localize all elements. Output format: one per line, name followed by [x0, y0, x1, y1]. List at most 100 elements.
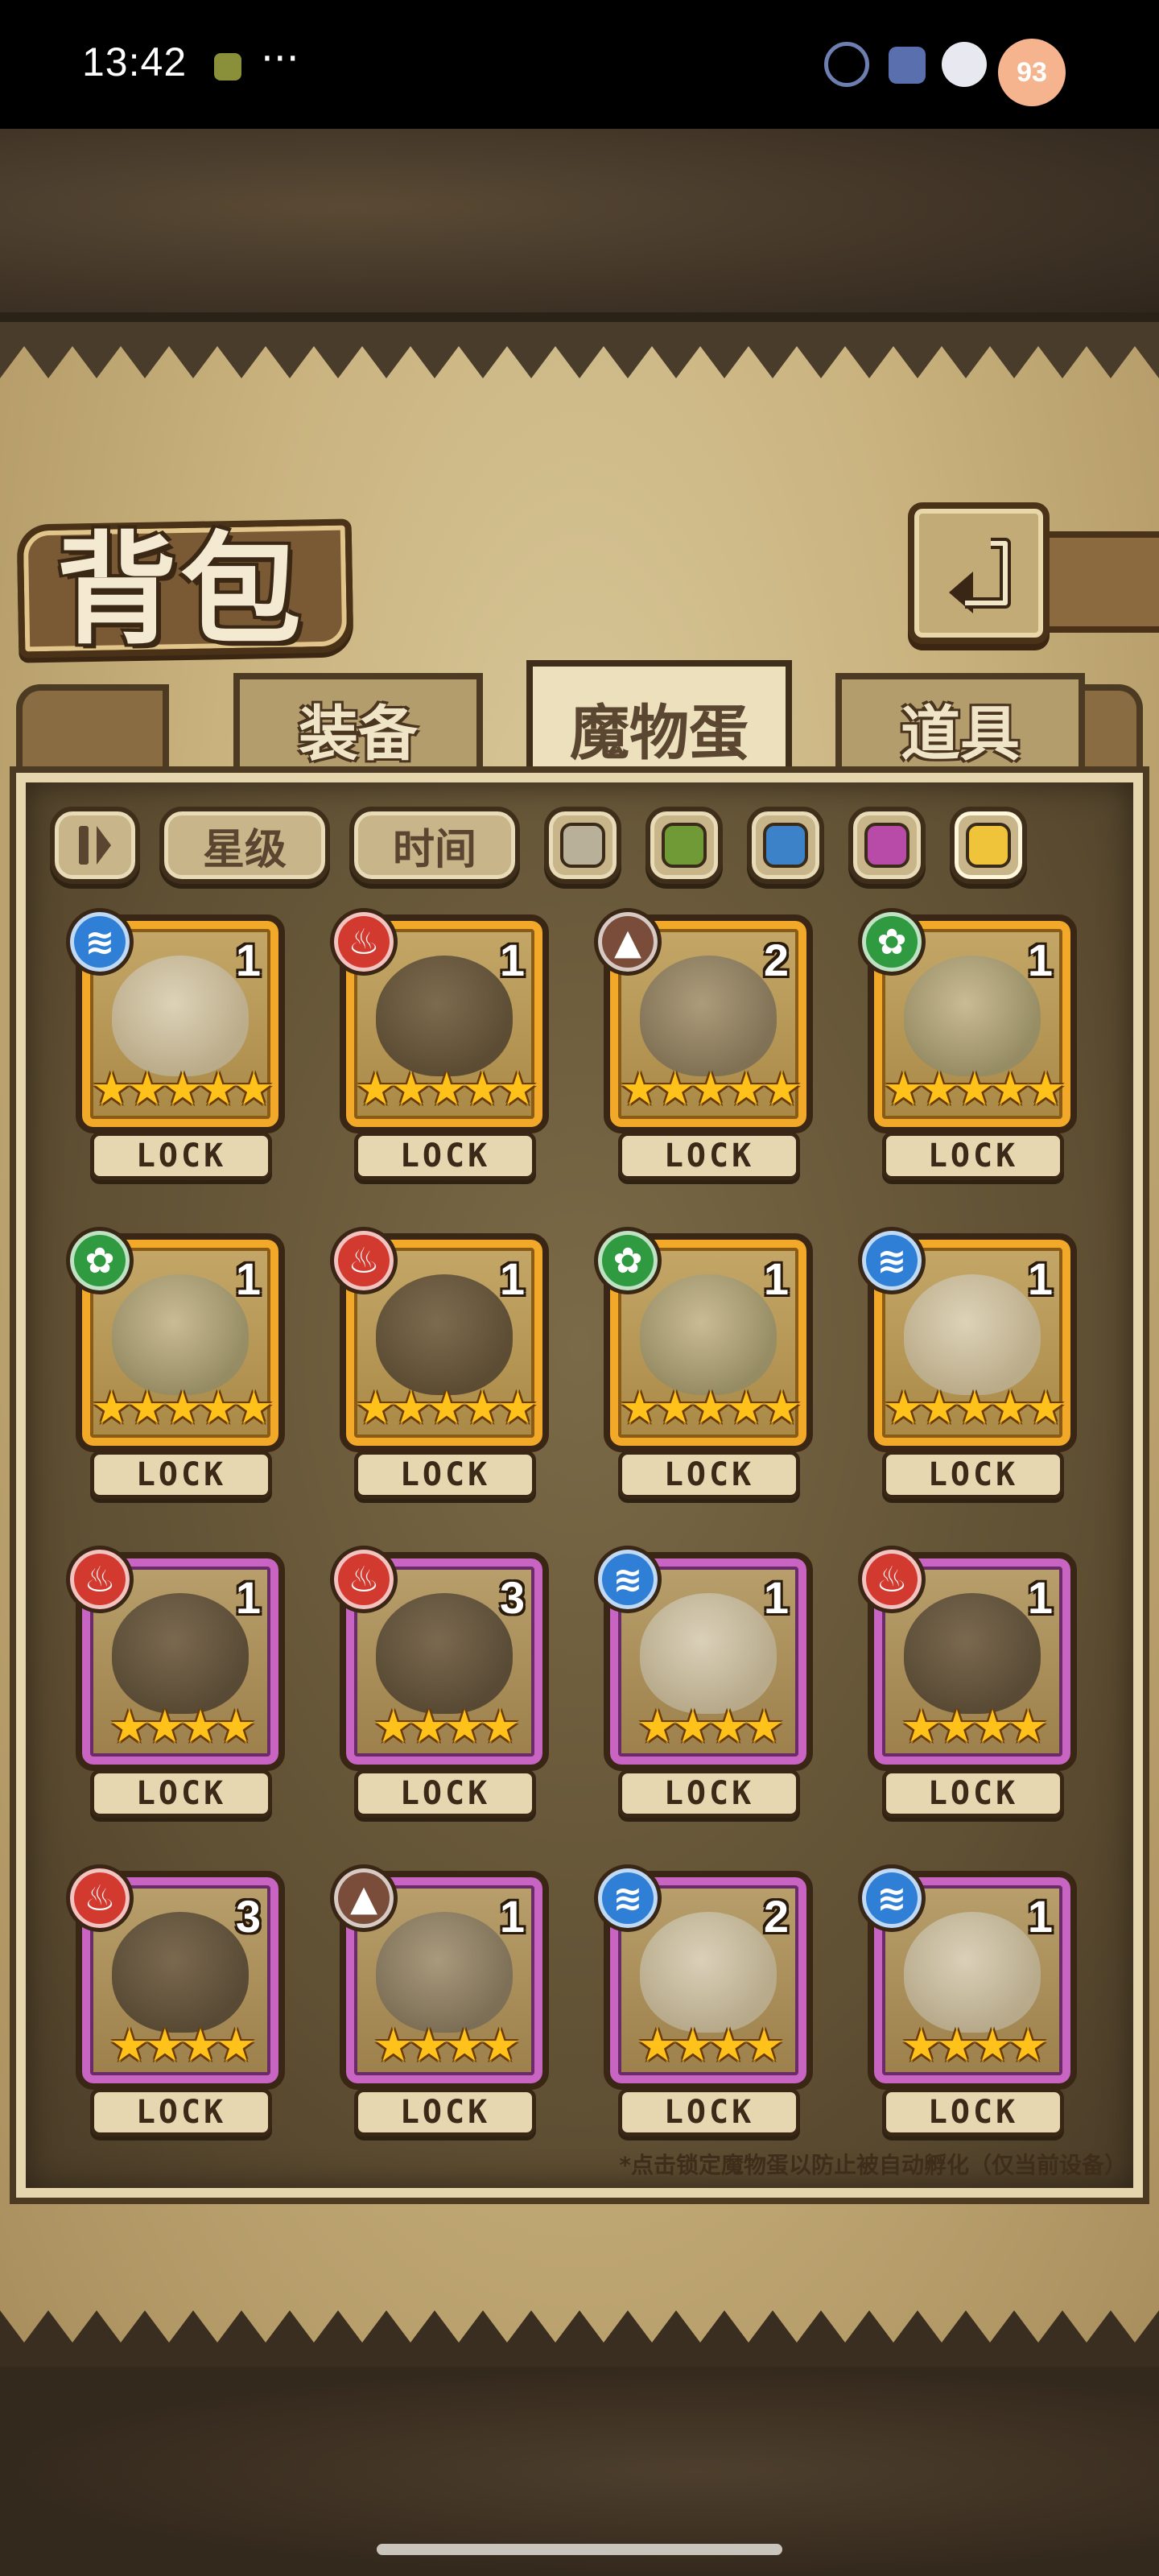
- lock-button[interactable]: LOCK: [90, 1769, 272, 1818]
- egg-star-rating: ★★★★: [901, 1701, 1049, 1753]
- egg-star-rating: ★★★★: [637, 1701, 785, 1753]
- home-indicator[interactable]: [377, 2544, 782, 2555]
- egg-count: 1: [1027, 1572, 1053, 1623]
- egg-star-rating: ★★★★★: [355, 1382, 538, 1435]
- lock-button[interactable]: LOCK: [354, 2088, 536, 2136]
- lock-button[interactable]: LOCK: [882, 1769, 1064, 1818]
- egg-count: 1: [235, 1253, 261, 1304]
- lock-button[interactable]: LOCK: [354, 1132, 536, 1180]
- notification-icon-2: [889, 47, 926, 84]
- lock-button[interactable]: LOCK: [618, 2088, 800, 2136]
- earth-element-icon: ▲: [330, 1864, 398, 1932]
- egg-star-rating: ★★★★★: [91, 1063, 274, 1116]
- egg-count: 3: [235, 1891, 261, 1942]
- monster-egg-image: [904, 1274, 1041, 1395]
- egg-card[interactable]: 1 ★★★★★ ♨ LOCK: [330, 1227, 549, 1499]
- water-element-icon: ≋: [66, 908, 134, 976]
- monster-egg-image: [640, 1911, 777, 2033]
- tab-items[interactable]: 道具: [835, 673, 1085, 778]
- egg-card[interactable]: 3 ★★★★ ♨ LOCK: [66, 1864, 285, 2136]
- nature-element-icon: ✿: [66, 1227, 134, 1294]
- monster-egg-image: [376, 1911, 513, 2033]
- lock-button[interactable]: LOCK: [618, 1769, 800, 1818]
- egg-card[interactable]: 1 ★★★★ ▲ LOCK: [330, 1864, 549, 2136]
- background-map-top: [0, 129, 1159, 322]
- egg-star-rating: ★★★★★: [91, 1382, 274, 1435]
- filter-rarity-blue[interactable]: [747, 807, 824, 884]
- egg-card[interactable]: 3 ★★★★ ♨ LOCK: [330, 1546, 549, 1818]
- notification-icon-3: [942, 42, 987, 87]
- egg-card[interactable]: 2 ★★★★★ ▲ LOCK: [594, 908, 813, 1180]
- fire-element-icon: ♨: [330, 1227, 398, 1294]
- sort-by-time-button[interactable]: 时间: [349, 807, 520, 884]
- lock-button[interactable]: LOCK: [354, 1769, 536, 1818]
- egg-card[interactable]: 1 ★★★★ ≋ LOCK: [594, 1546, 813, 1818]
- egg-card[interactable]: 2 ★★★★ ≋ LOCK: [594, 1864, 813, 2136]
- egg-card[interactable]: 1 ★★★★★ ♨ LOCK: [330, 908, 549, 1180]
- sort-by-star-button[interactable]: 星级: [159, 807, 330, 884]
- egg-count: 1: [1027, 1891, 1053, 1942]
- lock-button[interactable]: LOCK: [882, 1132, 1064, 1180]
- water-element-icon: ≋: [858, 1864, 926, 1932]
- notification-icon-1: [824, 42, 869, 87]
- egg-count: 1: [235, 1572, 261, 1623]
- filter-rarity-green[interactable]: [645, 807, 723, 884]
- monster-egg-image: [640, 955, 777, 1076]
- status-bar: 13:42 ··· 93: [0, 0, 1159, 129]
- tab-bar-left-cap: [16, 684, 169, 773]
- egg-count: 1: [763, 1572, 789, 1623]
- egg-card[interactable]: 1 ★★★★ ♨ LOCK: [66, 1546, 285, 1818]
- egg-card[interactable]: 1 ★★★★ ≋ LOCK: [858, 1864, 1077, 2136]
- egg-count: 2: [763, 1891, 789, 1942]
- egg-star-rating: ★★★★: [901, 2020, 1049, 2072]
- lock-button[interactable]: LOCK: [618, 1451, 800, 1499]
- page-title: 背包: [56, 519, 305, 661]
- lock-button[interactable]: LOCK: [90, 1132, 272, 1180]
- fire-element-icon: ♨: [66, 1864, 134, 1932]
- water-element-icon: ≋: [594, 1864, 662, 1932]
- nature-element-icon: ✿: [594, 1227, 662, 1294]
- rarity-blue-swatch: [763, 823, 808, 868]
- egg-count: 3: [499, 1572, 525, 1623]
- rarity-green-swatch: [662, 823, 707, 868]
- egg-star-rating: ★★★★: [373, 2020, 521, 2072]
- egg-card[interactable]: 1 ★★★★★ ✿ LOCK: [66, 1227, 285, 1499]
- egg-star-rating: ★★★★★: [355, 1063, 538, 1116]
- filter-rarity-gold[interactable]: [950, 807, 1027, 884]
- back-button[interactable]: [908, 502, 1050, 644]
- egg-card[interactable]: 1 ★★★★★ ≋ LOCK: [858, 1227, 1077, 1499]
- filter-rarity-gray[interactable]: [544, 807, 621, 884]
- lock-button[interactable]: LOCK: [882, 1451, 1064, 1499]
- status-time: 13:42: [82, 39, 188, 85]
- tab-monster-eggs[interactable]: 魔物蛋: [526, 660, 792, 789]
- egg-count: 1: [499, 935, 525, 985]
- egg-count: 1: [499, 1891, 525, 1942]
- lock-button[interactable]: LOCK: [90, 2088, 272, 2136]
- egg-card[interactable]: 1 ★★★★★ ✿ LOCK: [594, 1227, 813, 1499]
- monster-egg-image: [376, 955, 513, 1076]
- egg-card[interactable]: 1 ★★★★★ ✿ LOCK: [858, 908, 1077, 1180]
- lock-button[interactable]: LOCK: [618, 1132, 800, 1180]
- lock-button[interactable]: LOCK: [90, 1451, 272, 1499]
- monster-egg-image: [640, 1592, 777, 1714]
- egg-card[interactable]: 1 ★★★★★ ≋ LOCK: [66, 908, 285, 1180]
- app-notification-icon: [214, 53, 241, 80]
- sort-order-button[interactable]: [50, 807, 140, 884]
- paper-torn-edge-top: [0, 322, 1159, 378]
- earth-element-icon: ▲: [594, 908, 662, 976]
- filter-rarity-purple[interactable]: [848, 807, 926, 884]
- fire-element-icon: ♨: [330, 1546, 398, 1613]
- tab-equipment[interactable]: 装备: [233, 673, 483, 778]
- egg-star-rating: ★★★★★: [619, 1382, 802, 1435]
- rarity-gold-swatch: [966, 823, 1011, 868]
- monster-egg-image: [112, 955, 249, 1076]
- monster-egg-image: [376, 1274, 513, 1395]
- egg-count: 2: [763, 935, 789, 985]
- monster-egg-image: [112, 1911, 249, 2033]
- back-arrow-icon: [949, 538, 1011, 613]
- egg-star-rating: ★★★★★: [619, 1063, 802, 1116]
- lock-button[interactable]: LOCK: [354, 1451, 536, 1499]
- egg-card[interactable]: 1 ★★★★ ♨ LOCK: [858, 1546, 1077, 1818]
- lock-button[interactable]: LOCK: [882, 2088, 1064, 2136]
- egg-count: 1: [235, 935, 261, 985]
